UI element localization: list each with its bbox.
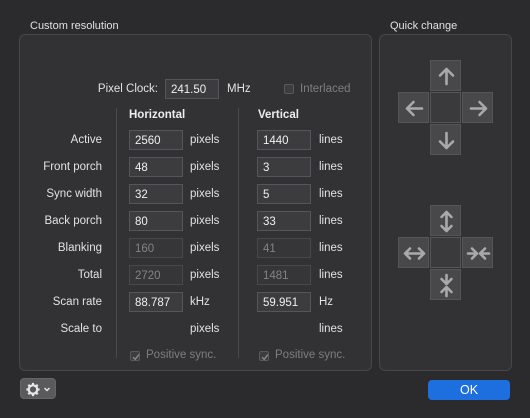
horizontal-positive-sync-checkbox[interactable] [130, 351, 140, 361]
back-porch-vertical-unit: lines [319, 215, 343, 227]
arrow-up-icon [438, 67, 455, 86]
interlaced-checkbox[interactable] [284, 84, 294, 94]
scale-to-horizontal-unit: pixels [190, 323, 220, 335]
front-porch-label: Front porch [43, 161, 102, 173]
move-center [430, 92, 461, 123]
blanking-vertical-unit: lines [319, 242, 343, 254]
blanking-horizontal-unit: pixels [190, 242, 220, 254]
sync-width-horizontal-unit: pixels [190, 188, 220, 200]
column-separator-left [116, 108, 117, 358]
arrow-right-icon [469, 100, 488, 117]
total-vertical-unit: lines [319, 269, 343, 281]
scan-rate-horizontal-field[interactable]: 88.787 [129, 292, 183, 312]
back-porch-vertical-field[interactable]: 33 [257, 211, 311, 231]
blanking-vertical-field: 41 [257, 238, 311, 258]
total-horizontal-unit: pixels [190, 269, 220, 281]
front-porch-horizontal-unit: pixels [190, 161, 220, 173]
blanking-label: Blanking [57, 242, 102, 254]
interlaced-label: Interlaced [300, 83, 351, 95]
move-left-button[interactable] [398, 92, 429, 123]
active-horizontal-field[interactable]: 2560 [129, 130, 183, 150]
back-porch-horizontal-unit: pixels [190, 215, 220, 227]
pixel-clock-label: Pixel Clock: [97, 83, 158, 95]
back-porch-label: Back porch [44, 215, 102, 227]
vertical-header: Vertical [258, 109, 299, 121]
expand-vertical-button[interactable] [430, 205, 461, 236]
move-right-button[interactable] [462, 92, 493, 123]
front-porch-horizontal-field[interactable]: 48 [129, 157, 183, 177]
move-down-button[interactable] [430, 124, 461, 155]
active-vertical-unit: lines [319, 134, 343, 146]
sync-width-label: Sync width [46, 188, 102, 200]
sync-width-vertical-field[interactable]: 5 [257, 184, 311, 204]
sync-width-horizontal-field[interactable]: 32 [129, 184, 183, 204]
scan-rate-horizontal-unit: kHz [190, 296, 210, 308]
move-up-button[interactable] [430, 60, 461, 91]
expand-vertical-icon [440, 210, 453, 233]
horizontal-positive-sync-label: Positive sync. [146, 349, 217, 361]
expand-horizontal-icon [403, 247, 426, 260]
total-horizontal-field: 2720 [129, 265, 183, 285]
scale-to-label: Scale to [60, 323, 102, 335]
shrink-horizontal-button[interactable] [462, 237, 493, 268]
active-horizontal-unit: pixels [190, 134, 220, 146]
scale-to-vertical-unit: lines [319, 323, 343, 335]
front-porch-vertical-unit: lines [319, 161, 343, 173]
pixel-clock-unit: MHz [227, 83, 251, 95]
scan-rate-vertical-field[interactable]: 59.951 [257, 292, 311, 312]
settings-menu-button[interactable] [20, 378, 56, 399]
active-label: Active [70, 134, 102, 146]
expand-horizontal-button[interactable] [398, 237, 429, 268]
horizontal-header: Horizontal [129, 109, 186, 121]
ok-button[interactable]: OK [428, 380, 510, 400]
arrow-left-icon [405, 100, 424, 117]
scan-rate-vertical-unit: Hz [319, 296, 334, 308]
blanking-horizontal-field: 160 [129, 238, 183, 258]
active-vertical-field[interactable]: 1440 [257, 130, 311, 150]
vertical-positive-sync-checkbox[interactable] [259, 351, 269, 361]
chevron-down-icon [44, 387, 50, 392]
quick-change-title: Quick change [390, 20, 458, 32]
pixel-clock-field[interactable]: 241.50 [165, 79, 219, 99]
shrink-vertical-button[interactable] [430, 269, 461, 300]
sync-width-vertical-unit: lines [319, 188, 343, 200]
custom-resolution-title: Custom resolution [30, 20, 119, 32]
total-label: Total [77, 269, 102, 281]
shrink-horizontal-icon [466, 247, 491, 260]
column-separator-right [238, 108, 239, 358]
shrink-vertical-icon [440, 273, 453, 298]
front-porch-vertical-field[interactable]: 3 [257, 157, 311, 177]
arrow-down-icon [438, 131, 455, 150]
resize-center [430, 237, 461, 268]
total-vertical-field: 1481 [257, 265, 311, 285]
back-porch-horizontal-field[interactable]: 80 [129, 211, 183, 231]
scan-rate-label: Scan rate [52, 296, 102, 308]
vertical-positive-sync-label: Positive sync. [275, 349, 346, 361]
gear-icon [26, 382, 50, 397]
